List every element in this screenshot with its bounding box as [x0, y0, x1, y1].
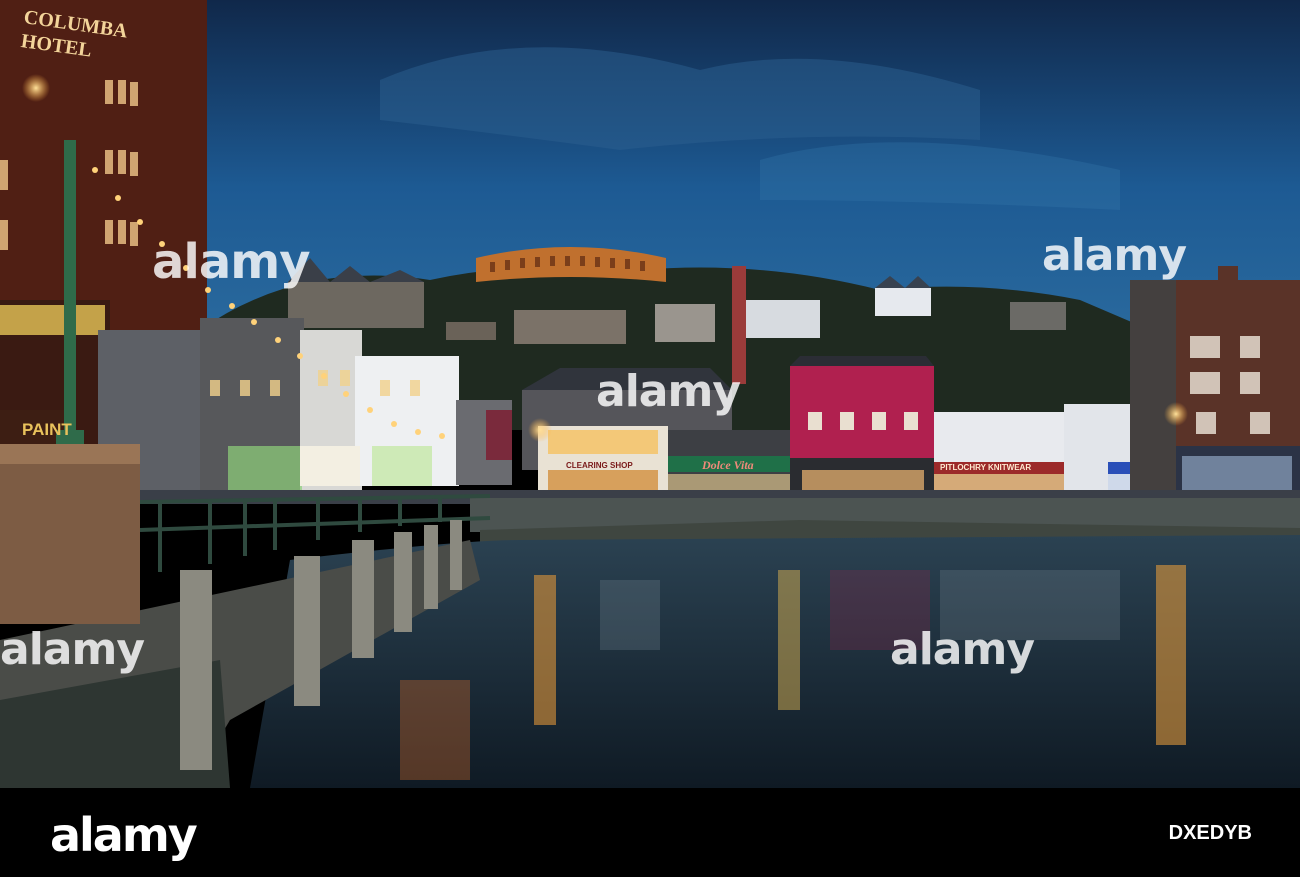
street-lamp-glow: [22, 74, 50, 102]
street-lamp-glow: [1164, 402, 1188, 426]
paint-sign: PAINT: [22, 420, 72, 439]
watermark-center: alamy: [152, 234, 311, 290]
pink-building: [790, 356, 934, 498]
alamy-logo: alamy: [50, 808, 198, 862]
photo: COLUMBA HOTEL PAINT CLEARING SHOP Dolce …: [0, 0, 1300, 877]
dolce-vita-sign: Dolce Vita: [702, 458, 754, 472]
street-lamp-glow: [528, 418, 552, 442]
watermark-left: alamy: [0, 624, 145, 675]
stock-footer: alamy DXEDYB: [0, 788, 1300, 877]
watermark-lower-right: alamy: [890, 624, 1035, 675]
watermark-right: alamy: [1042, 230, 1187, 281]
clearing-shop-sign: CLEARING SHOP: [566, 461, 633, 470]
watermark-lower: alamy: [596, 366, 741, 417]
lamp-post: [64, 140, 76, 446]
knitwear-sign: PITLOCHRY KNITWEAR: [940, 463, 1032, 472]
hotel-sign: COLUMBA HOTEL: [19, 6, 129, 62]
image-id: DXEDYB: [1168, 822, 1252, 844]
